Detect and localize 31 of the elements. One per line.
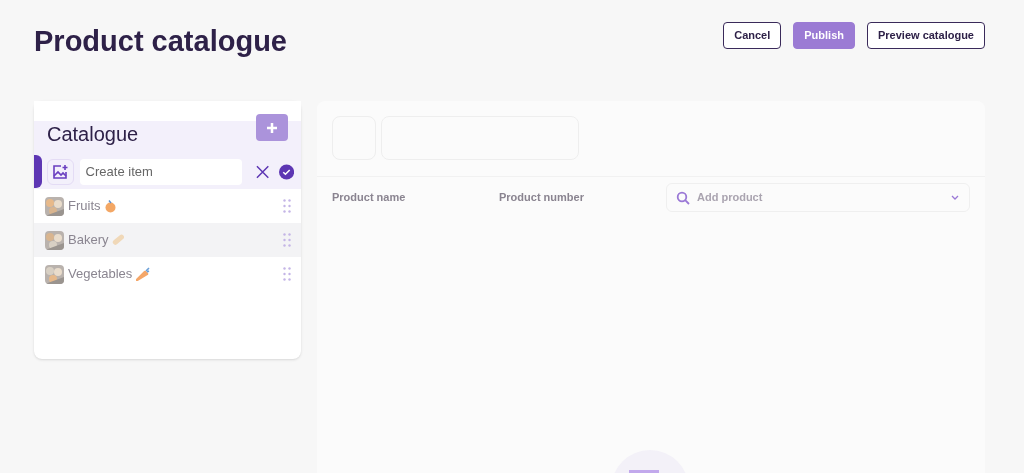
search-icon (676, 190, 690, 205)
drag-handle-icon[interactable] (283, 267, 291, 281)
catalogue-item[interactable]: Bakery (34, 223, 301, 257)
add-product-field[interactable]: Add product (697, 189, 944, 206)
action-button[interactable]: Cancel (723, 22, 782, 49)
item-label: Bakery (68, 231, 109, 250)
bread-icon (112, 234, 125, 246)
chevron-down-icon (951, 195, 959, 200)
action-button[interactable]: Preview catalogue (867, 22, 985, 49)
create-item-field[interactable]: Create item (79, 158, 242, 185)
check-circle-icon[interactable] (278, 163, 294, 180)
column-header: Product name (332, 190, 407, 206)
item-label: Fruits (68, 197, 101, 216)
plus-icon (266, 121, 278, 134)
drag-handle-icon[interactable] (283, 233, 291, 247)
image-add-icon (52, 163, 69, 180)
carrot-icon (136, 267, 151, 281)
catalogue-item[interactable]: Vegetables (34, 257, 301, 291)
active-marker (34, 155, 42, 188)
fruit-icon (104, 199, 116, 213)
add-button[interactable] (256, 114, 288, 141)
add-image-button[interactable] (47, 158, 74, 185)
close-icon[interactable] (255, 164, 269, 179)
page-title: Product catalogue (34, 24, 287, 59)
publish-button[interactable]: Publish (793, 22, 855, 49)
add-product-dropdown[interactable]: Add product (666, 183, 970, 212)
drag-handle-icon[interactable] (283, 199, 291, 213)
item-label: Vegetables (68, 265, 133, 284)
column-header: Product number (499, 190, 585, 206)
panel-title: Catalogue (47, 122, 139, 146)
catalogue-item[interactable]: Fruits (34, 189, 301, 223)
